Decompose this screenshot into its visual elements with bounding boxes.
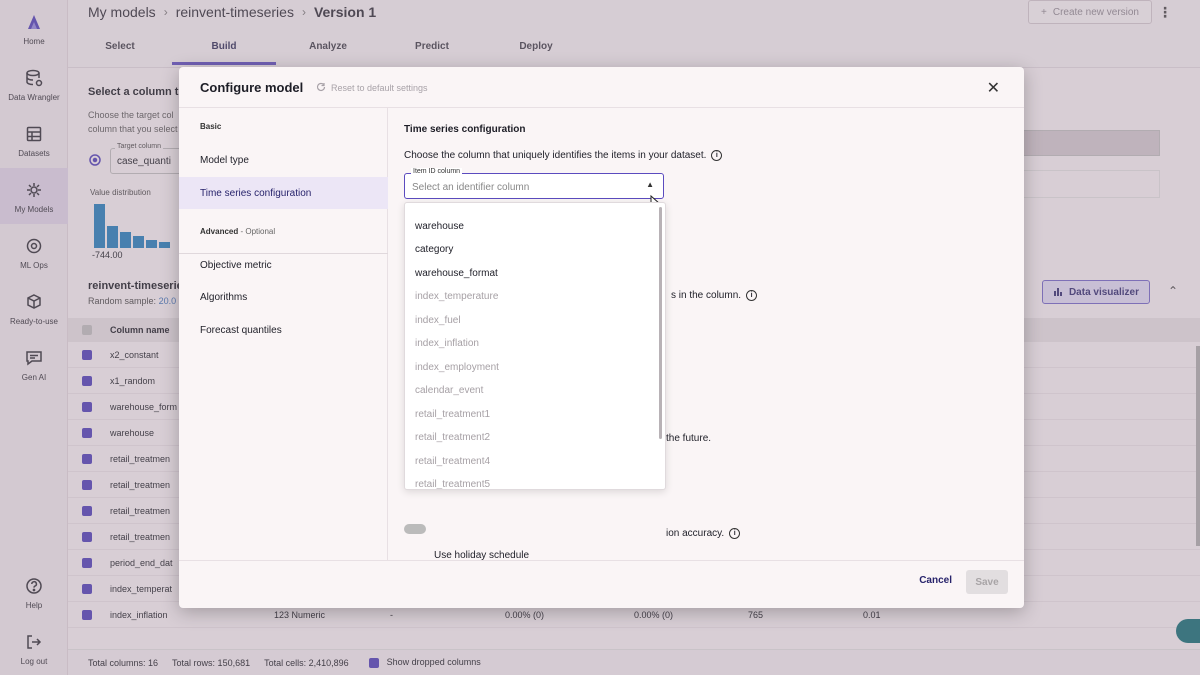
holiday-description-text: ion accuracy. [666,528,725,539]
dropdown-option: calendar_event [415,385,484,396]
dialog-footer: Cancel Save [179,560,1024,608]
dropdown-option: retail_treatment5 [415,479,491,490]
reset-defaults-button[interactable]: Reset to default settings [316,82,428,94]
item-id-label: Item ID column [411,168,463,175]
advanced-label: Advanced [200,227,239,236]
advanced-section-label: Advanced - Optional [200,227,275,236]
reset-defaults-label: Reset to default settings [331,83,428,93]
item-id-placeholder: Select an identifier column [412,182,530,193]
dialog-sidebar: Basic Model type Time series configurati… [179,107,388,560]
item-id-select[interactable]: Item ID column Select an identifier colu… [404,168,664,199]
dropdown-option: retail_treatment1 [415,408,491,420]
info-icon[interactable]: i [729,528,741,539]
timestamp-description-text: s in the column. [671,290,742,301]
dropdown-option: retail_treatment4 [415,455,491,467]
dropdown-option: retail_treatment2 [415,432,491,443]
holiday-toggle[interactable] [404,524,426,534]
info-icon[interactable]: i [746,290,758,301]
configure-model-dialog: Configure model Reset to default setting… [179,67,1024,608]
item-id-description: Choose the column that uniquely identifi… [404,150,723,161]
dropdown-option: index_temperature [415,291,499,302]
timestamp-description: s in the column. i [671,290,758,301]
section-title: Time series configuration [404,124,526,135]
optional-label: - Optional [238,227,276,236]
caret-up-icon: ▲ [646,180,654,189]
dropdown-option: index_inflation [415,338,479,349]
dropdown-option: index_employment [415,361,499,373]
info-icon[interactable]: i [711,150,723,161]
horizon-description: the future. [666,433,712,444]
sidebar-item-algorithms[interactable]: Algorithms [179,281,388,313]
holiday-description: ion accuracy. i [666,528,741,539]
dropdown-option[interactable]: warehouse_format [415,263,498,283]
sidebar-item-objective-metric[interactable]: Objective metric [179,249,388,281]
item-id-options-list: warehouse category warehouse_format index_t… [404,202,666,490]
item-id-description-text: Choose the column that uniquely identifi… [404,150,707,161]
close-icon[interactable]: ✕ [987,78,1000,98]
sidebar-item-forecast-quantiles[interactable]: Forecast quantiles [179,314,388,346]
dropdown-option[interactable]: warehouse [415,216,464,236]
dialog-title: Configure model [200,80,304,95]
dropdown-scrollbar[interactable] [659,207,662,439]
sidebar-item-time-series-configuration[interactable]: Time series configuration [179,177,388,209]
save-button[interactable]: Save [966,570,1008,594]
dialog-content: Time series configuration Choose the col… [404,107,1004,561]
basic-section-label: Basic [200,122,222,131]
dropdown-option: index_fuel [415,314,461,326]
sidebar-item-model-type[interactable]: Model type [179,144,388,176]
refresh-icon [316,82,326,94]
dropdown-option[interactable]: category [415,240,453,260]
cancel-button[interactable]: Cancel [919,575,952,586]
